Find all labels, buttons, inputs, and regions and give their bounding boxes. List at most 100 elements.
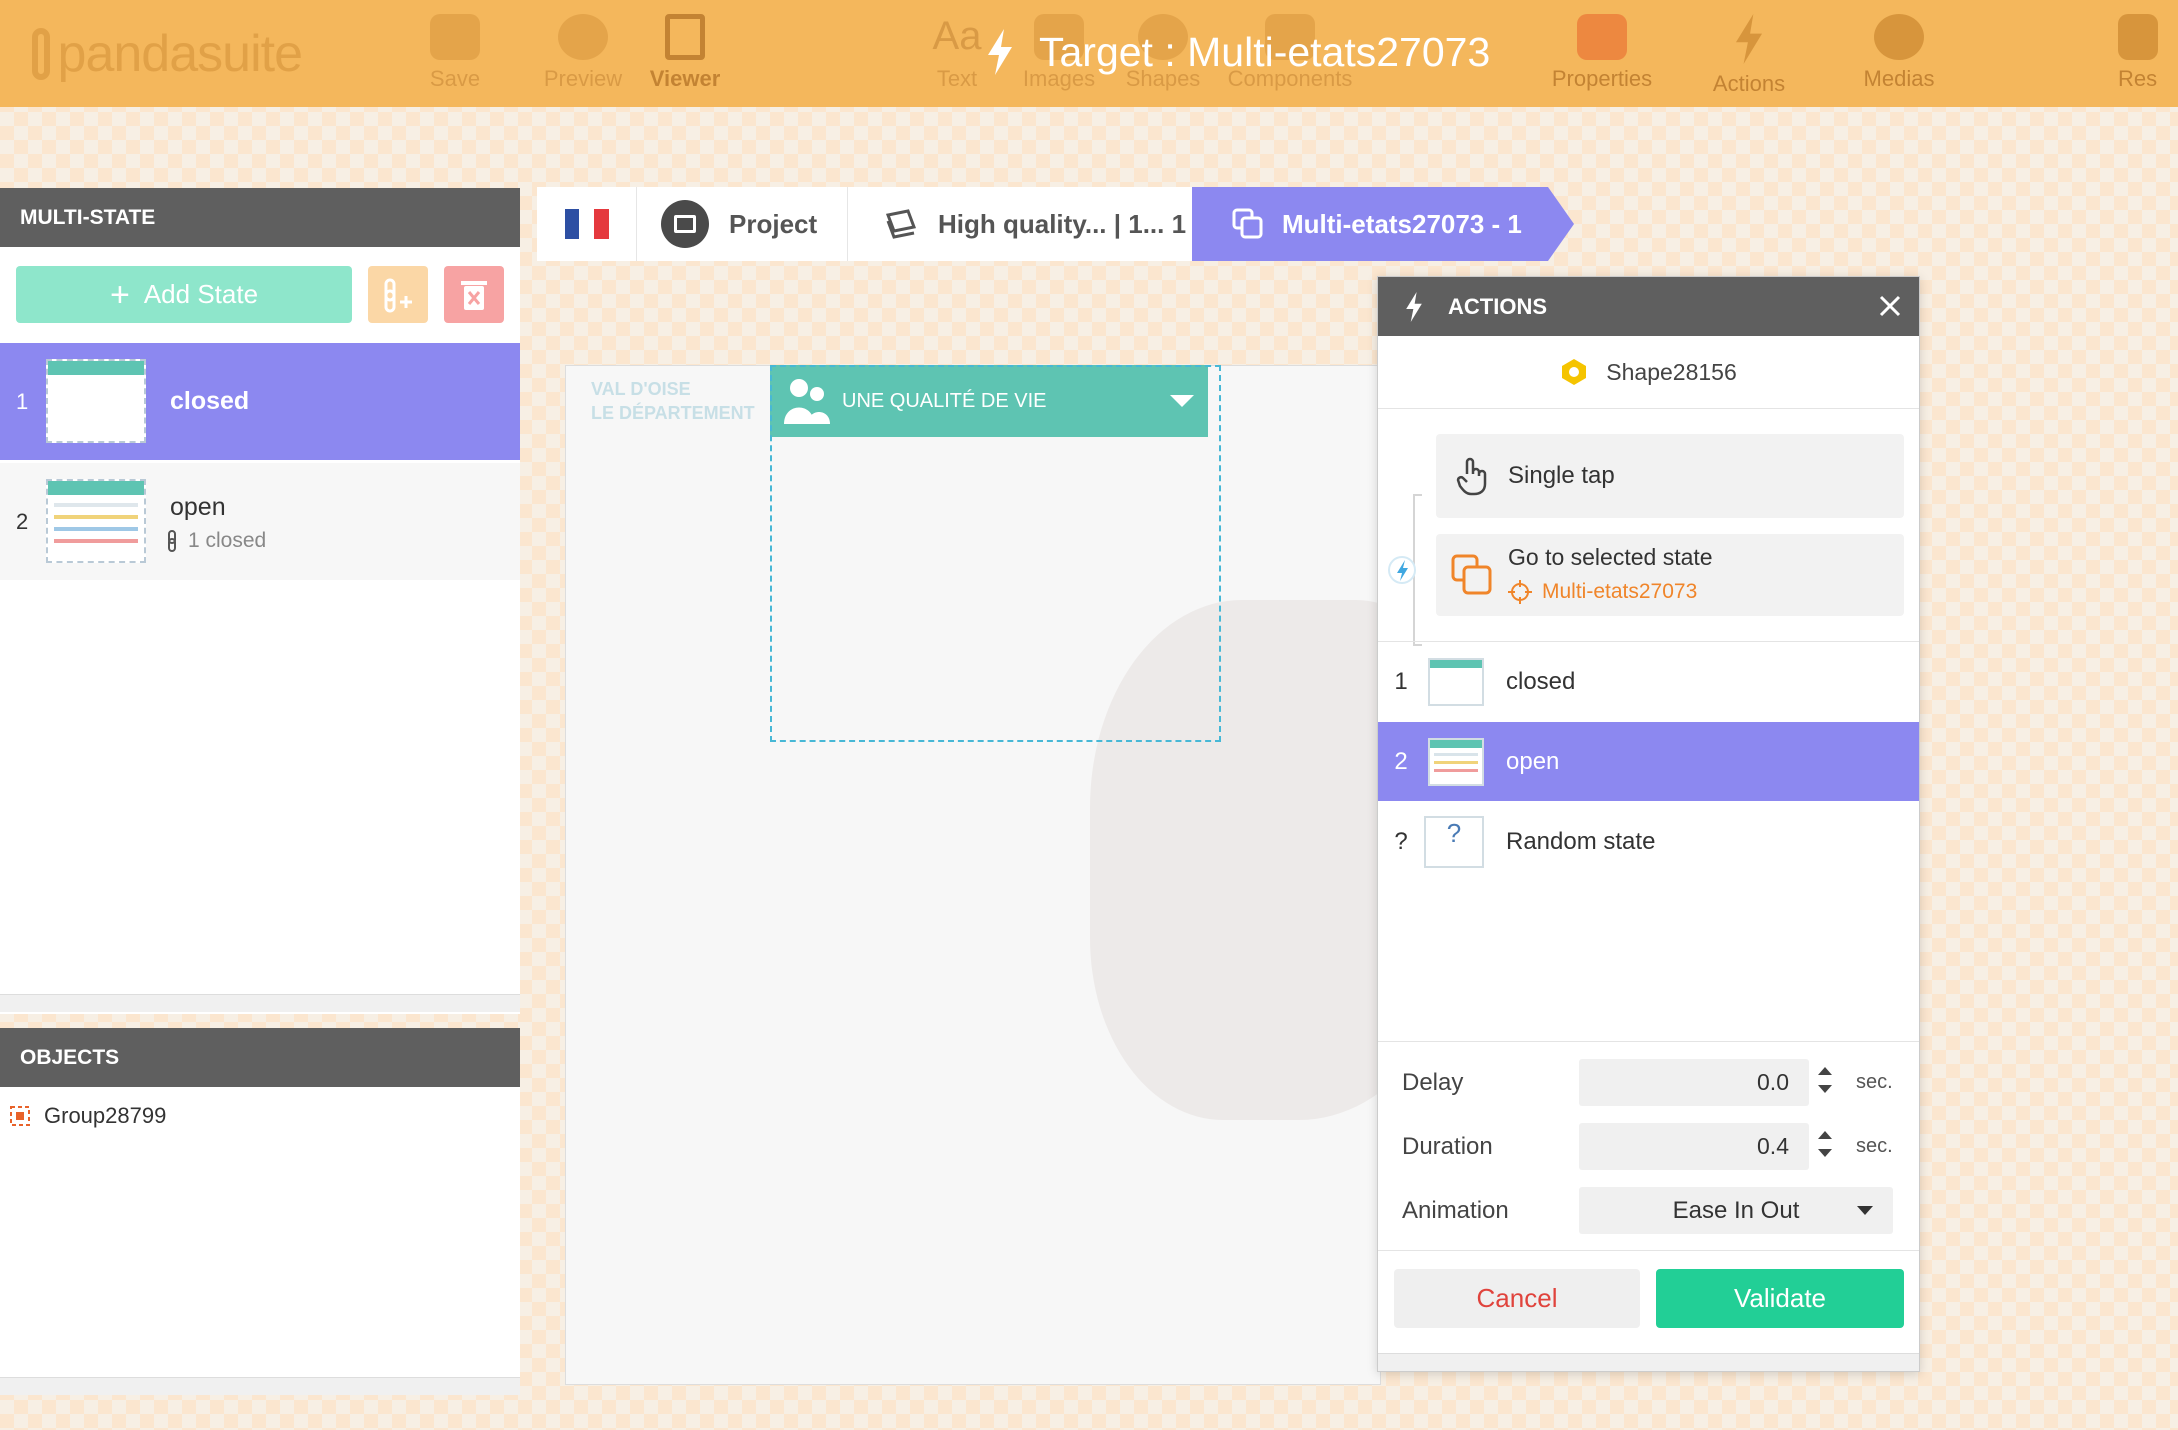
medias-label: Medias bbox=[1863, 66, 1935, 91]
validate-button[interactable]: Validate bbox=[1656, 1269, 1904, 1328]
add-state-button[interactable]: + Add State bbox=[16, 266, 352, 323]
divider bbox=[1378, 1041, 1919, 1042]
delay-stepper[interactable] bbox=[1814, 1059, 1836, 1106]
objects-scrollbar[interactable] bbox=[0, 1377, 520, 1395]
target-crosshair-icon bbox=[1508, 580, 1532, 604]
actions-dialog-title: ACTIONS bbox=[1448, 293, 1547, 319]
multistate-scrollbar[interactable] bbox=[0, 994, 520, 1012]
medias-button[interactable]: Medias bbox=[1834, 14, 1964, 98]
action-target-name: Shape28156 bbox=[1606, 358, 1737, 385]
actions-dialog: ACTIONS Shape28156 Single tap Go to sele… bbox=[1377, 276, 1920, 1372]
objects-header-label: OBJECTS bbox=[20, 1045, 120, 1069]
object-name: Group28799 bbox=[44, 1103, 167, 1128]
dialog-resize-strip[interactable] bbox=[1378, 1353, 1919, 1371]
objects-panel bbox=[0, 1087, 520, 1377]
option-thumbnail bbox=[1428, 657, 1484, 706]
crumb-arrow bbox=[1548, 187, 1574, 261]
french-flag-icon bbox=[564, 209, 609, 239]
delay-label: Delay bbox=[1402, 1069, 1464, 1096]
action-card[interactable]: Go to selected state Multi-etats27073 bbox=[1436, 534, 1904, 616]
multistate-panel-header: MULTI-STATE bbox=[0, 188, 520, 247]
save-icon bbox=[430, 14, 480, 60]
state-row-open[interactable]: 2 open 1 closed bbox=[0, 463, 520, 580]
duration-stepper[interactable] bbox=[1814, 1123, 1836, 1170]
state-thumbnail bbox=[46, 479, 146, 563]
target-state-option-random[interactable]: ? ? Random state bbox=[1378, 802, 1919, 881]
pandasuite-logo: pandasuite bbox=[32, 22, 303, 86]
close-icon[interactable] bbox=[1879, 295, 1901, 317]
option-name: closed bbox=[1506, 667, 1576, 695]
option-number: 1 bbox=[1394, 667, 1408, 695]
breadcrumb: Project High quality... | 1... 1 Multi-e… bbox=[537, 187, 1574, 261]
actions-dialog-header: ACTIONS bbox=[1378, 277, 1919, 336]
state-number: 2 bbox=[16, 509, 29, 534]
link-add-icon bbox=[384, 278, 412, 312]
question-icon: ? bbox=[1424, 815, 1484, 868]
option-thumbnail bbox=[1428, 737, 1484, 786]
target-title: Target : Multi-etats27073 bbox=[985, 22, 1490, 82]
actions-button[interactable]: Actions bbox=[1684, 14, 1814, 98]
logo-text: pandasuite bbox=[57, 25, 303, 83]
option-number: 2 bbox=[1394, 747, 1408, 775]
project-icon bbox=[661, 200, 709, 248]
state-number: 1 bbox=[16, 389, 29, 414]
multistate-header-label: MULTI-STATE bbox=[20, 205, 156, 229]
cancel-button[interactable]: Cancel bbox=[1394, 1269, 1640, 1328]
animation-select[interactable]: Ease In Out bbox=[1579, 1187, 1893, 1234]
action-target-value: Multi-etats27073 bbox=[1542, 580, 1698, 603]
properties-label: Properties bbox=[1551, 66, 1653, 91]
crumb-project[interactable]: Project bbox=[637, 187, 847, 261]
option-name: Random state bbox=[1506, 827, 1656, 855]
duration-input[interactable]: 0.4 bbox=[1579, 1123, 1809, 1170]
crumb-current[interactable]: Multi-etats27073 - 1 bbox=[1192, 187, 1548, 261]
option-name: open bbox=[1506, 747, 1560, 775]
shape-hexagon-icon bbox=[1562, 359, 1587, 385]
delay-input[interactable]: 0.0 bbox=[1579, 1059, 1809, 1106]
lightning-icon bbox=[988, 29, 1012, 75]
state-row-closed[interactable]: 1 closed bbox=[0, 343, 520, 460]
viewer-label: Viewer bbox=[649, 66, 721, 91]
duration-label: Duration bbox=[1402, 1133, 1493, 1160]
object-item-group[interactable]: Group28799 bbox=[8, 1103, 166, 1129]
layers-icon bbox=[885, 209, 917, 239]
add-state-label: Add State bbox=[143, 279, 259, 309]
panda-icon bbox=[32, 28, 50, 80]
group-icon bbox=[10, 1106, 30, 1126]
save-label: Save bbox=[429, 66, 481, 91]
caret-down-icon bbox=[1857, 1206, 1873, 1215]
crumb-page[interactable]: High quality... | 1... 1 bbox=[847, 187, 1192, 261]
trigger-card[interactable]: Single tap bbox=[1436, 434, 1904, 518]
delete-state-button[interactable] bbox=[444, 266, 504, 323]
link-state-button[interactable] bbox=[368, 266, 428, 323]
action-target: Shape28156 bbox=[1378, 336, 1919, 409]
objects-panel-header: OBJECTS bbox=[0, 1028, 520, 1087]
preview-icon bbox=[558, 14, 608, 60]
action-target-link[interactable]: Multi-etats27073 bbox=[1508, 580, 1697, 604]
selection-box[interactable] bbox=[770, 365, 1221, 742]
delay-unit: sec. bbox=[1856, 1071, 1893, 1093]
divider bbox=[1378, 1250, 1919, 1251]
brand-line-2: LE DÉPARTEMENT bbox=[591, 403, 755, 423]
lightning-icon bbox=[1406, 291, 1422, 322]
language-flag-button[interactable] bbox=[537, 187, 637, 261]
resources-icon bbox=[2118, 14, 2158, 60]
link-icon bbox=[168, 530, 176, 552]
properties-button[interactable]: Properties bbox=[1537, 14, 1667, 98]
brand-line-1: VAL D'OISE bbox=[591, 379, 691, 399]
target-state-option-closed[interactable]: 1 closed bbox=[1378, 642, 1919, 721]
target-title-text: Target : Multi-etats27073 bbox=[1039, 28, 1491, 75]
animation-label: Animation bbox=[1402, 1197, 1509, 1224]
viewer-button[interactable]: Viewer bbox=[620, 14, 750, 98]
state-name: open bbox=[170, 493, 226, 521]
trigger-label: Single tap bbox=[1508, 462, 1615, 489]
multistate-icon bbox=[1451, 554, 1492, 595]
save-button[interactable]: Save bbox=[390, 14, 520, 98]
medias-icon bbox=[1874, 14, 1924, 60]
tap-hand-icon bbox=[1456, 457, 1487, 496]
resources-button[interactable]: Res bbox=[2118, 14, 2178, 98]
trigger-connector bbox=[1388, 494, 1422, 646]
action-label: Go to selected state bbox=[1508, 544, 1713, 570]
duration-unit: sec. bbox=[1856, 1135, 1893, 1157]
target-state-option-open[interactable]: 2 open bbox=[1378, 722, 1919, 801]
state-link-text: 1 closed bbox=[188, 529, 267, 552]
